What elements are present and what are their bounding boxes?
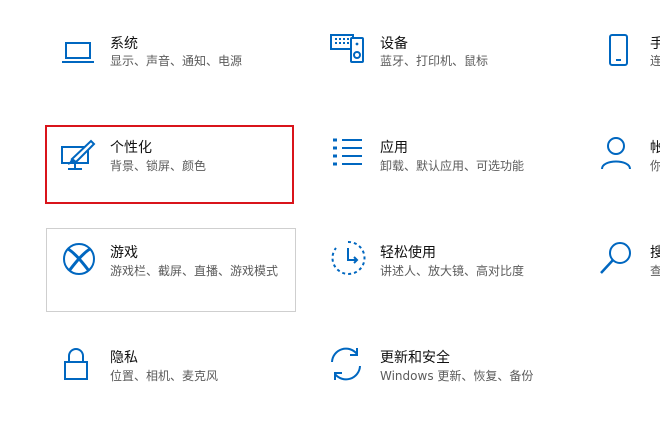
tile-apps-title: 应用 [380, 140, 408, 156]
tile-update-title: 更新和安全 [380, 350, 450, 366]
tile-gaming-desc: 游戏栏、截屏、直播、游戏模式 [110, 264, 279, 278]
tile-phone-title: 手 [650, 36, 660, 52]
tile-accounts-desc: 你 [650, 159, 660, 173]
tile-gaming-title: 游戏 [110, 245, 138, 261]
tile-phone[interactable]: 手 连 [588, 28, 660, 98]
tile-accounts[interactable]: 帐 你 [588, 130, 660, 200]
tile-ease-desc: 讲述人、放大镜、高对比度 [380, 264, 525, 278]
tile-privacy-title: 隐私 [110, 350, 138, 366]
search-icon [596, 238, 636, 278]
person-icon [596, 133, 636, 173]
tile-devices[interactable]: 设备 蓝牙、打印机、鼠标 [318, 28, 566, 98]
tile-apps[interactable]: 应用 卸载、默认应用、可选功能 [318, 130, 566, 200]
tile-devices-title: 设备 [380, 36, 408, 52]
tile-update[interactable]: 更新和安全 Windows 更新、恢复、备份 [318, 340, 566, 410]
tile-ease[interactable]: 轻松使用 讲述人、放大镜、高对比度 [318, 235, 566, 305]
phone-icon [598, 30, 638, 70]
tile-privacy-desc: 位置、相机、麦克风 [110, 369, 219, 383]
tile-ease-title: 轻松使用 [380, 245, 436, 261]
tile-apps-desc: 卸载、默认应用、可选功能 [380, 159, 525, 173]
paint-monitor-icon [58, 135, 98, 175]
apps-list-icon [328, 132, 368, 172]
xbox-icon [59, 239, 99, 279]
lock-icon [56, 344, 96, 384]
tile-search-title: 搜 [650, 245, 660, 261]
sync-icon [326, 344, 366, 384]
tile-system-desc: 显示、声音、通知、电源 [110, 54, 243, 68]
tile-phone-desc: 连 [650, 54, 660, 68]
tile-personalization-title: 个性化 [110, 140, 152, 156]
tile-accounts-title: 帐 [650, 140, 660, 156]
tile-devices-desc: 蓝牙、打印机、鼠标 [380, 54, 489, 68]
tile-search-desc: 查 [650, 264, 660, 278]
tile-search[interactable]: 搜 查 [588, 235, 660, 305]
tile-gaming[interactable]: 游戏 游戏栏、截屏、直播、游戏模式 [46, 228, 296, 312]
tile-system[interactable]: 系统 显示、声音、通知、电源 [48, 28, 296, 98]
laptop-icon [58, 34, 98, 74]
ease-of-access-icon [328, 238, 368, 278]
tile-privacy[interactable]: 隐私 位置、相机、麦克风 [48, 340, 296, 410]
tile-personalization[interactable]: 个性化 背景、锁屏、颜色 [45, 125, 294, 204]
tile-personalization-desc: 背景、锁屏、颜色 [110, 159, 207, 173]
keyboard-speaker-icon [328, 28, 368, 68]
tile-update-desc: Windows 更新、恢复、备份 [380, 369, 534, 383]
tile-system-title: 系统 [110, 36, 138, 52]
